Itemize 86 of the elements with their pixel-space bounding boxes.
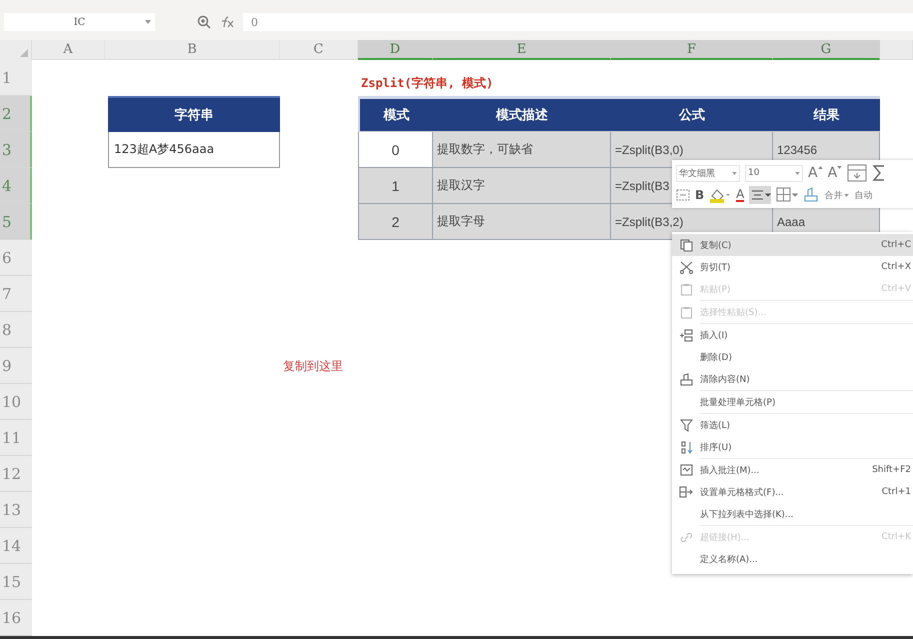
row-header[interactable]: 7 [0,276,32,312]
menu-item[interactable]: 设置单元格格式(F)... Ctrl+1 [672,481,913,503]
row-header[interactable]: 3 [0,132,32,168]
font-field[interactable]: 华文细黑 [676,164,740,182]
row-header[interactable]: 11 [0,420,32,456]
menu-item[interactable]: 剪切(T) Ctrl+X [672,256,913,278]
row-header[interactable]: 9 [0,348,32,384]
table-cell: 123超A梦456aaa [108,132,280,168]
merge-icon[interactable] [847,164,868,182]
caret-down-icon [837,166,842,169]
function-icon[interactable] [219,16,235,28]
format-cells-icon [679,486,693,498]
borders-icon[interactable] [776,187,798,203]
row-header[interactable]: 14 [0,528,32,564]
caret-icon [732,172,737,174]
menu-item[interactable]: 删除(D) [672,346,913,368]
column-header-cell: 字符串 [108,96,280,132]
row-header[interactable]: 12 [0,456,32,492]
sum-icon[interactable] [872,164,884,182]
row-header[interactable]: 16 [0,600,32,636]
font-color-button[interactable]: A [736,188,744,202]
filter-icon [680,418,692,432]
eraser-icon [680,372,692,386]
table-cell: 0 [358,132,433,168]
caret-icon [795,172,800,174]
menu-item[interactable]: 插入(I) [672,324,913,346]
row-header[interactable]: 15 [0,564,32,600]
name-box[interactable]: IC [4,13,155,31]
menu-item[interactable]: 清除内容(N) [672,368,913,390]
caret-up-icon [818,166,823,169]
caret-icon [145,20,151,24]
copy-icon [680,238,692,252]
menu-item[interactable]: 从下拉列表中选择(K)... [672,503,913,525]
column-header[interactable]: D [358,40,433,60]
scissors-icon [680,260,692,274]
column-header-cell: 公式 [611,96,773,132]
column-header[interactable]: C [280,40,358,60]
align-center-icon[interactable] [749,186,772,204]
column-header[interactable]: F [611,40,773,60]
increase-font-button[interactable]: A [808,165,823,181]
syntax-title: Zsplit(字符串, 模式) [360,75,494,92]
column-header-cell: 结果 [773,96,880,132]
menu-item[interactable]: 排序(U) [672,436,913,458]
formula-field[interactable]: 0 [243,13,913,31]
table-cell: 提取字母 [433,204,611,240]
comment-icon [680,464,692,476]
sort-icon [680,440,692,454]
row-header[interactable]: 10 [0,384,32,420]
column-header[interactable]: G [773,40,880,60]
table-cell: 提取汉字 [433,168,611,204]
row-header[interactable]: 1 [0,60,32,96]
insert-icon [679,328,693,342]
clipboard-icon [680,306,692,318]
font-size-field[interactable]: 10 [745,164,803,182]
menu-item[interactable]: 筛选(L) [672,414,913,436]
row-header[interactable]: 2 [0,96,32,132]
row-header[interactable]: 13 [0,492,32,528]
clipboard-icon [680,282,692,296]
caret-icon [844,194,850,196]
table-cell: 提取数字，可缺省 [433,132,611,168]
menu-item[interactable]: 定义名称(A)... [672,548,913,570]
eraser-icon[interactable] [803,187,820,203]
fill-color-icon[interactable] [709,187,732,203]
decrease-font-button[interactable]: A [828,165,842,181]
menu-item[interactable]: 插入批注(M)... Shift+F2 [672,459,913,481]
bold-button[interactable]: B [695,188,704,202]
format-painter-icon[interactable] [676,188,690,202]
merge-button[interactable]: 合并 [824,188,850,202]
table-cell: 1 [358,168,433,204]
row-header[interactable]: 6 [0,240,32,276]
column-header-cell: 模式描述 [433,96,611,132]
row-header[interactable]: 8 [0,312,32,348]
menu-item[interactable]: 复制(C) Ctrl+C [672,234,913,256]
zoom-icon[interactable] [197,15,211,29]
row-header[interactable]: 5 [0,204,32,240]
table-cell: 2 [358,204,433,240]
row-header[interactable]: 4 [0,168,32,204]
column-header[interactable]: E [433,40,611,60]
link-icon [680,530,692,544]
triangle-icon [20,49,28,57]
menu-item[interactable]: 批量处理单元格(P) [672,391,913,413]
column-header[interactable]: B [105,40,280,60]
wrap-button[interactable]: 自动 [854,188,872,202]
column-header[interactable]: A [32,40,105,60]
column-header-cell: 模式 [358,96,433,132]
note-text: 复制到这里 [282,358,344,374]
